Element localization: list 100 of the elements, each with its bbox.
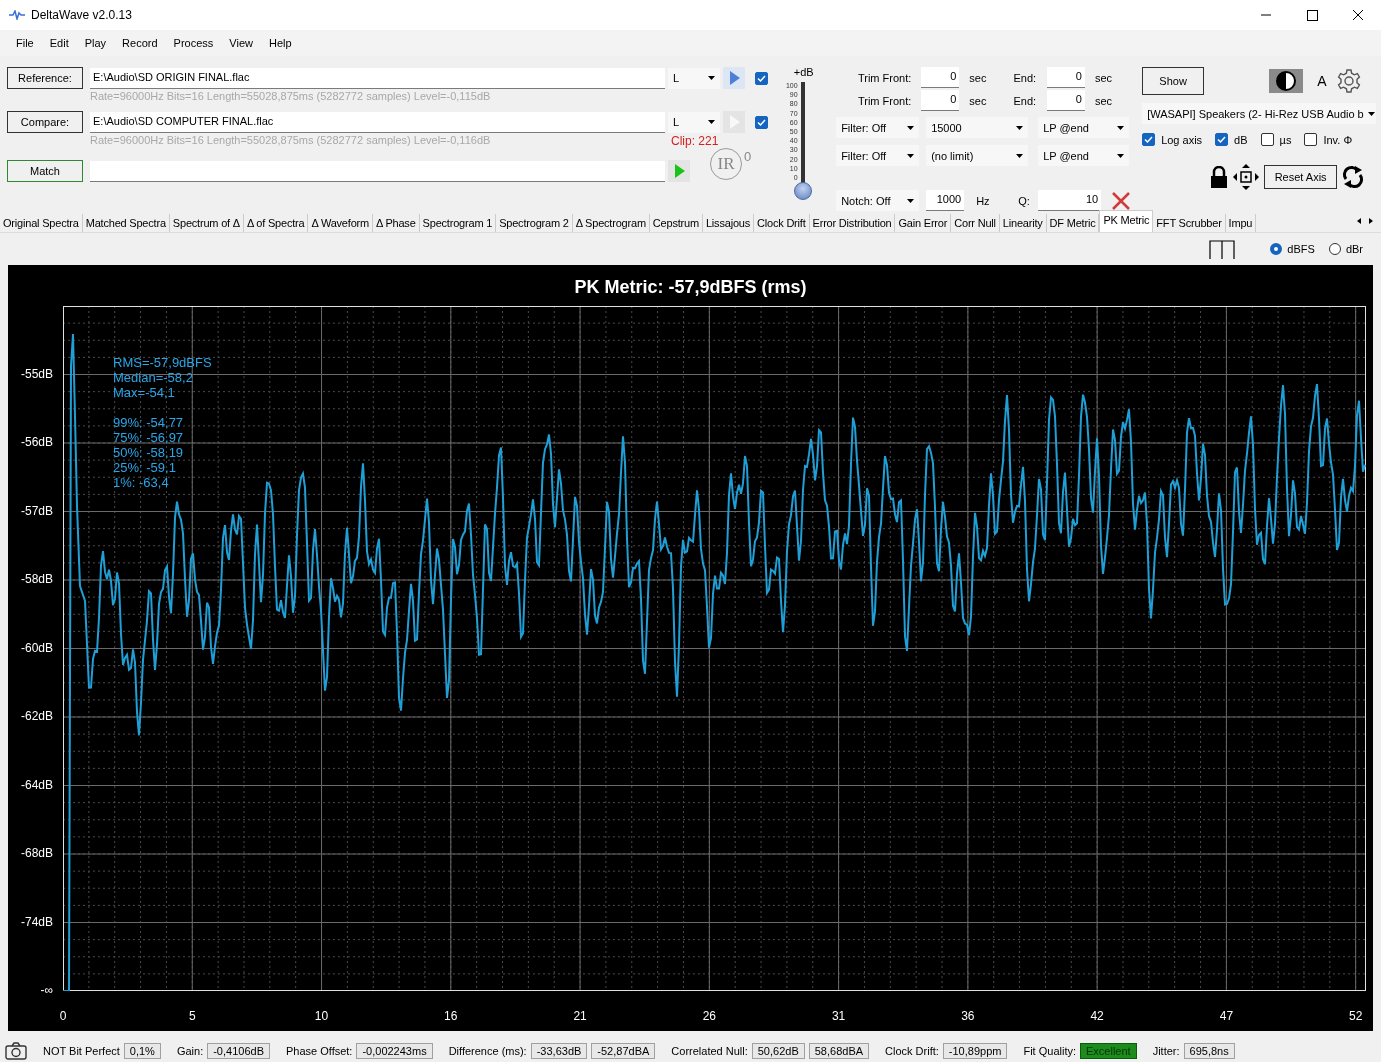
dropdown-arrow-icon[interactable] [708, 120, 715, 124]
stats-line: RMS=-57,9dBFS [113, 355, 212, 370]
checkbox-label: Inv. Φ [1323, 133, 1353, 146]
x-axis-label: 42 [1090, 1009, 1104, 1023]
source-button[interactable]: Reference: [7, 67, 83, 89]
stats-line: 1%: -63,4 [113, 475, 170, 490]
status-label: Correlated Null: [671, 1045, 748, 1057]
reset-axis-button[interactable]: Reset Axis [1264, 165, 1338, 189]
end-field[interactable]: 0 [1047, 90, 1085, 111]
tab[interactable]: Spectrogram 2 [496, 214, 573, 232]
file-path-field[interactable]: E:\Audio\SD COMPUTER FINAL.flac [90, 111, 665, 133]
checkbox[interactable] [1260, 133, 1274, 146]
radio-label: dBr [1345, 243, 1363, 255]
move-icon[interactable] [1233, 164, 1260, 190]
stats-line: Median=-58,2 [113, 370, 194, 385]
status-value: -0,4106dB [207, 1043, 270, 1059]
checkbox[interactable] [755, 115, 768, 129]
x-axis-label: 52 [1349, 1009, 1363, 1023]
menu-item[interactable]: View [221, 37, 261, 49]
file-path-field[interactable]: E:\Audio\SD ORIGIN FINAL.flac [90, 67, 665, 89]
y-axis-label: -∞ [40, 983, 53, 997]
notch-frequency-field[interactable]: 1000 [926, 190, 965, 211]
y-axis-label: -55dB [20, 366, 53, 381]
settings-icon[interactable] [1336, 68, 1363, 94]
app-icon [9, 10, 25, 20]
show-button[interactable]: Show [1142, 67, 1205, 95]
frequency-dropdown[interactable]: (no limit) [926, 145, 1029, 166]
refresh-icon[interactable] [1342, 165, 1365, 189]
notch-dropdown[interactable]: Notch: Off [836, 190, 920, 211]
status-value: 50,62dB [751, 1043, 805, 1059]
menu-item[interactable]: File [8, 37, 42, 49]
checkbox[interactable] [1142, 133, 1156, 146]
menu-item[interactable]: Process [165, 37, 222, 49]
dropdown-arrow-icon[interactable] [708, 76, 715, 80]
lock-icon[interactable] [1210, 166, 1229, 188]
tab[interactable]: Corr Null [951, 214, 1000, 232]
dropdown-arrow-icon[interactable] [907, 153, 915, 158]
dropdown-arrow-icon[interactable] [1117, 125, 1125, 130]
bracket-icon[interactable] [1208, 239, 1237, 259]
status-value: 58,68dBA [808, 1043, 870, 1059]
channel-dropdown[interactable]: L [668, 67, 720, 89]
clear-icon[interactable] [1111, 190, 1132, 211]
checkbox[interactable] [1304, 133, 1318, 146]
tab[interactable]: PK Metric [1099, 210, 1154, 232]
dropdown-arrow-icon[interactable] [1016, 153, 1024, 158]
unit-label: sec [1093, 71, 1114, 84]
frequency-dropdown[interactable]: 15000 [926, 117, 1029, 138]
status-label: Phase Offset: [285, 1045, 353, 1057]
window-title: DeltaWave v2.0.13 [31, 8, 132, 22]
trim-field[interactable]: 0 [921, 67, 960, 88]
tab[interactable]: Δ Phase [373, 214, 420, 232]
status-label: Clock Drift: [885, 1045, 939, 1057]
filter-type-dropdown[interactable]: LP @end [1038, 117, 1130, 138]
dropdown-arrow-icon[interactable] [1367, 111, 1375, 116]
x-axis-label: 26 [702, 1009, 716, 1023]
tab[interactable]: Original Spectra [0, 214, 83, 232]
camera-icon[interactable] [5, 1042, 27, 1060]
x-axis-label: 47 [1219, 1009, 1234, 1023]
filter-type-dropdown[interactable]: LP @end [1038, 145, 1130, 166]
end-field[interactable]: 0 [1047, 67, 1085, 88]
stats-line: 75%: -56,97 [113, 430, 185, 445]
dropdown-arrow-icon[interactable] [1016, 125, 1024, 130]
slider-label: +dB [793, 66, 814, 78]
clip-text: Clip: 221 [671, 134, 719, 150]
channel-dropdown[interactable]: L [668, 111, 720, 133]
tab[interactable]: Δ Waveform [308, 214, 373, 232]
slider-thumb[interactable] [793, 182, 812, 200]
tab[interactable]: Clock Drift [754, 214, 810, 232]
menu-item[interactable]: Edit [41, 37, 77, 49]
menu-item[interactable]: Play [76, 37, 115, 49]
dropdown-arrow-icon[interactable] [907, 125, 915, 130]
match-button[interactable]: Match [7, 160, 83, 182]
filter-dropdown[interactable]: Filter: Off [836, 117, 920, 138]
status-label: Jitter: [1152, 1045, 1180, 1057]
checkbox[interactable] [1215, 133, 1229, 146]
device-dropdown[interactable]: [WASAPI] Speakers (2- Hi-Rez USB Audio b [1142, 103, 1377, 124]
x-axis-label: 5 [188, 1009, 196, 1023]
font-button[interactable]: A [1317, 73, 1327, 89]
y-axis-label: -68dB [20, 846, 53, 860]
q-label: Q: [1018, 194, 1031, 207]
q-field[interactable]: 10 [1038, 190, 1102, 211]
menu-item[interactable]: Record [114, 37, 166, 49]
contrast-icon[interactable] [1269, 69, 1304, 93]
file-info-text: Rate=96000Hz Bits=16 Length=55028,875ms (5282772 samples) Level=-0,115dB [90, 90, 492, 104]
status-value: -52,87dBA [591, 1043, 656, 1059]
menu-item[interactable]: Help [261, 37, 300, 49]
stats-line: 99%: -54,77 [113, 415, 185, 430]
radio-button[interactable] [1328, 243, 1341, 255]
dropdown-arrow-icon[interactable] [1117, 153, 1125, 158]
x-axis-label: 0 [59, 1009, 67, 1023]
play-button[interactable] [723, 67, 745, 89]
radio-button[interactable] [1270, 243, 1283, 255]
source-button[interactable]: Compare: [7, 111, 83, 133]
dropdown-arrow-icon[interactable] [907, 198, 915, 203]
stats-line: Max=-54,1 [113, 385, 176, 400]
filter-dropdown[interactable]: Filter: Off [836, 145, 920, 166]
x-axis-label: 36 [961, 1009, 975, 1023]
checkbox[interactable] [755, 71, 768, 85]
trim-field[interactable]: 0 [921, 90, 960, 111]
status-label: Difference (ms): [448, 1045, 527, 1057]
